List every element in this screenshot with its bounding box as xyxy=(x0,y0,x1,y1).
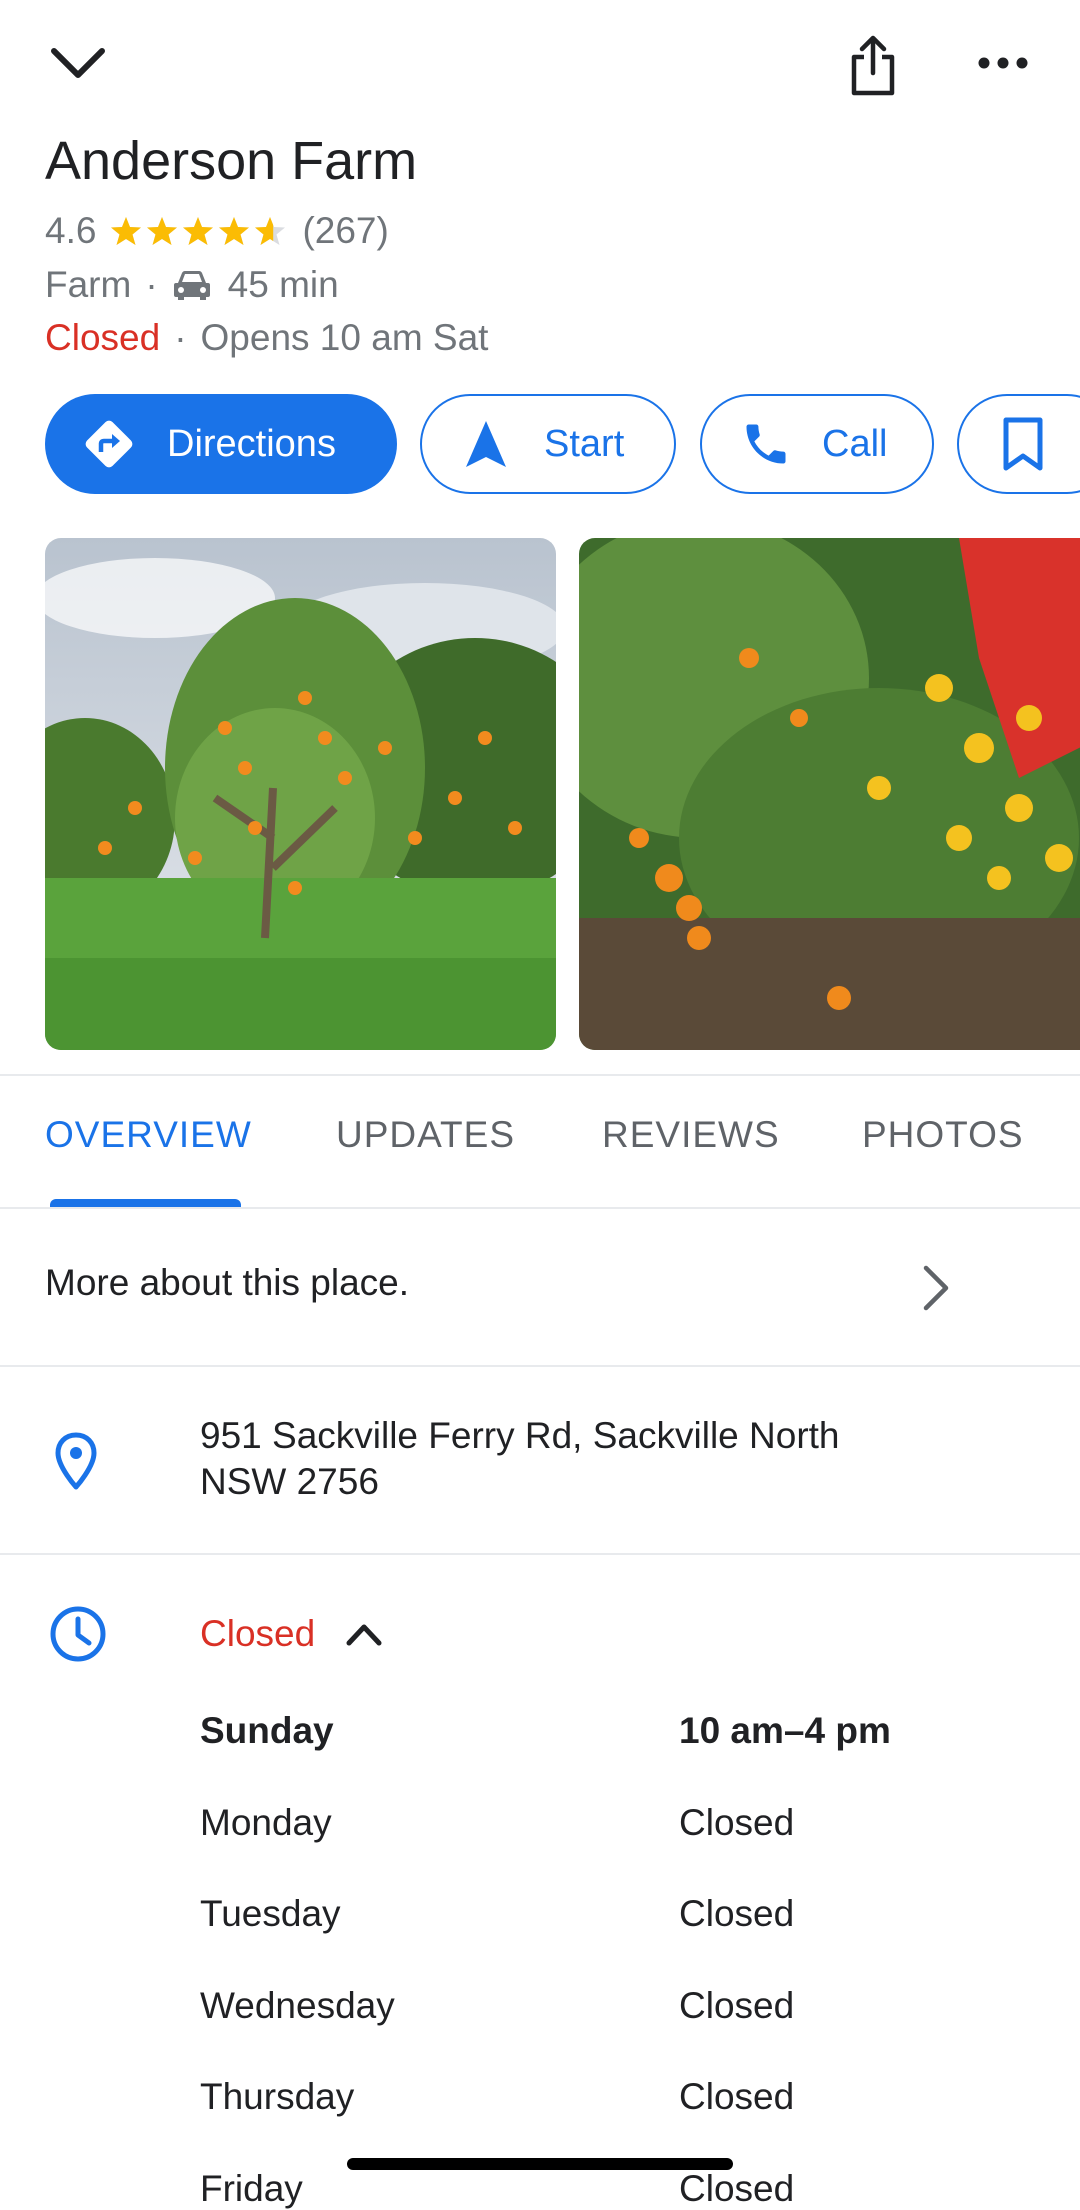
star-icon xyxy=(183,217,214,245)
tab-reviews[interactable]: REVIEWS xyxy=(602,1114,780,1156)
start-label: Start xyxy=(544,422,625,465)
location-pin-icon xyxy=(48,1428,104,1494)
hours-time: Closed xyxy=(679,2168,795,2209)
directions-label: Directions xyxy=(167,422,336,465)
hours-time: Closed xyxy=(679,1985,795,2026)
star-icon xyxy=(219,217,250,245)
hours-time: Closed xyxy=(679,2076,795,2117)
divider xyxy=(0,1365,1080,1367)
open-status-row[interactable]: Closed · Opens 10 am Sat xyxy=(45,313,488,363)
review-count: (267) xyxy=(302,210,389,251)
hours-day: Tuesday xyxy=(200,1893,341,1934)
meta-row: Farm · 45 min xyxy=(45,260,339,310)
hours-status: Closed xyxy=(200,1613,316,1654)
address-line-1[interactable]: 951 Sackville Ferry Rd, Sackville North xyxy=(200,1415,840,1457)
drive-time: 45 min xyxy=(227,264,339,305)
address-line-2[interactable]: NSW 2756 xyxy=(200,1461,379,1503)
chevron-right-icon xyxy=(910,1258,960,1318)
star-icon xyxy=(255,217,286,245)
star-rating xyxy=(110,215,290,247)
share-icon[interactable] xyxy=(840,28,906,104)
star-icon xyxy=(147,217,178,245)
divider xyxy=(0,1553,1080,1555)
more-about-label: More about this place. xyxy=(45,1262,410,1303)
tab-updates[interactable]: UPDATES xyxy=(336,1114,515,1156)
chevron-up-icon xyxy=(345,1621,383,1647)
rating-value: 4.6 xyxy=(45,210,97,251)
place-title: Anderson Farm xyxy=(45,131,418,191)
directions-button[interactable]: Directions xyxy=(45,394,397,494)
hours-time: 10 am–4 pm xyxy=(679,1710,891,1751)
clock-icon xyxy=(46,1602,110,1666)
start-button[interactable]: Start xyxy=(420,394,676,494)
tab-photos[interactable]: PHOTOS xyxy=(862,1114,1024,1156)
star-icon xyxy=(111,217,142,245)
separator-dot: · xyxy=(174,317,187,358)
hours-day: Thursday xyxy=(200,2076,355,2117)
hours-toggle[interactable]: Closed xyxy=(200,1606,383,1662)
chevron-down-icon[interactable] xyxy=(40,30,116,96)
car-icon xyxy=(172,269,212,301)
hours-day: Friday xyxy=(200,2168,303,2209)
more-horizontal-icon[interactable] xyxy=(970,38,1036,88)
directions-icon xyxy=(81,416,137,472)
bookmark-icon xyxy=(1001,416,1045,472)
rating-row[interactable]: 4.6 (267) xyxy=(45,206,389,256)
divider xyxy=(0,1074,1080,1076)
hours-time: Closed xyxy=(679,1802,795,1843)
hours-day: Sunday xyxy=(200,1710,334,1751)
separator-dot: · xyxy=(145,264,158,305)
navigation-arrow-icon xyxy=(464,419,508,469)
save-button[interactable] xyxy=(957,394,1080,494)
call-label: Call xyxy=(822,422,888,465)
phone-icon xyxy=(740,418,792,470)
place-photo-orchard[interactable] xyxy=(45,538,556,1050)
place-photo-fruit[interactable] xyxy=(579,538,1080,1050)
tab-overview[interactable]: OVERVIEW xyxy=(45,1114,252,1156)
hours-day: Monday xyxy=(200,1802,332,1843)
call-button[interactable]: Call xyxy=(700,394,934,494)
place-category: Farm xyxy=(45,264,132,305)
opening-time: Opens 10 am Sat xyxy=(200,317,489,358)
hours-time: Closed xyxy=(679,1893,795,1934)
status-badge: Closed xyxy=(45,317,161,358)
hours-day: Wednesday xyxy=(200,1985,395,2026)
home-indicator xyxy=(347,2158,733,2170)
